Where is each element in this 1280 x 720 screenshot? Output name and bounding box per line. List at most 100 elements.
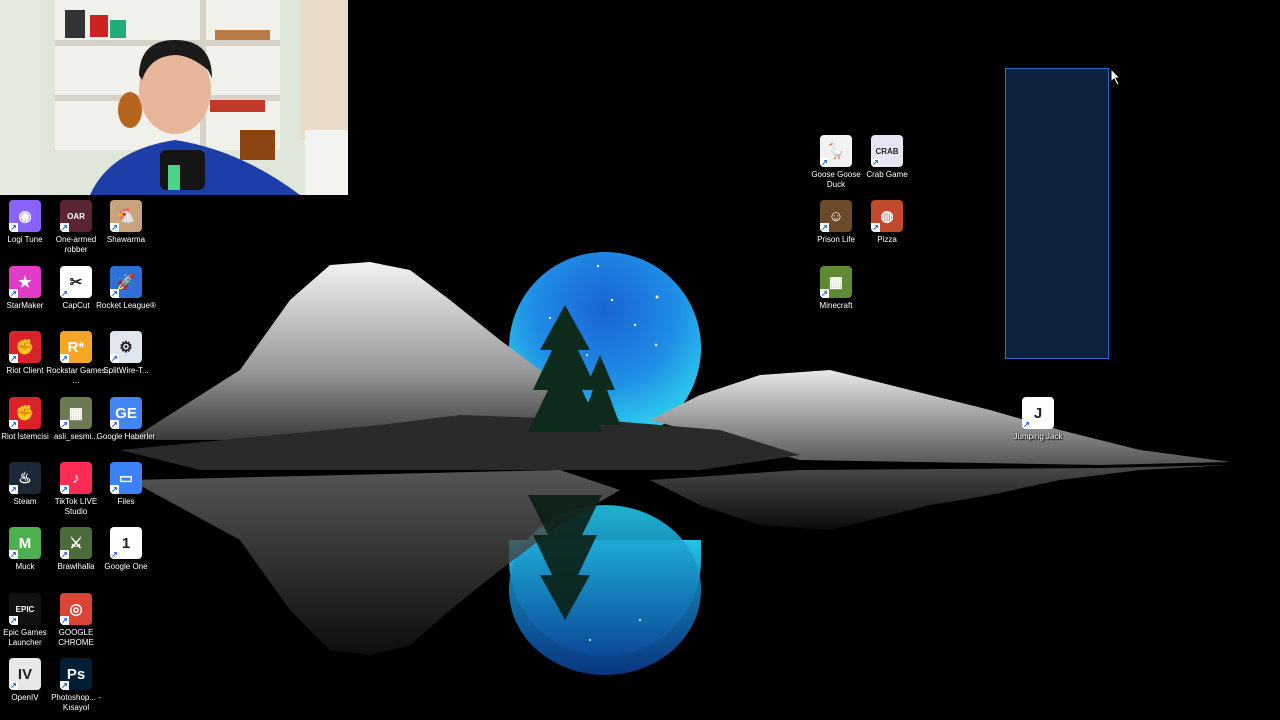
- google-one-icon: 1 ↗: [110, 527, 142, 559]
- desktop-shortcut-one-armed-robber[interactable]: OAR ↗ One-armed robber: [51, 200, 101, 255]
- shortcut-arrow-icon: ↗: [110, 550, 119, 559]
- google-chrome-glyph: ◎: [69, 601, 83, 618]
- shortcut-arrow-icon: ↗: [110, 223, 119, 232]
- shortcut-arrow-icon: ↗: [9, 616, 18, 625]
- desktop-shortcut-riot-client[interactable]: ✊ ↗ Riot Client: [0, 331, 50, 376]
- riot-client-icon: ✊ ↗: [9, 331, 41, 363]
- desktop-shortcut-starmaker[interactable]: ★ ↗ StarMaker: [0, 266, 50, 311]
- desktop-shortcut-shawarma[interactable]: 🐔 ↗ Shawarma: [101, 200, 151, 245]
- desktop-shortcut-rocket-league[interactable]: 🚀 ↗ Rocket League®: [96, 266, 156, 311]
- desktop-shortcut-epic-games[interactable]: EPIC ↗ Epic Games Launcher: [0, 593, 50, 648]
- desktop-shortcut-tiktok-live[interactable]: ♪ ↗ TikTok LIVE Studio: [51, 462, 101, 517]
- shortcut-arrow-icon: ↗: [871, 223, 880, 232]
- shortcut-arrow-icon: ↗: [1022, 420, 1031, 429]
- shortcut-arrow-icon: ↗: [9, 354, 18, 363]
- minecraft-glyph: ▦: [828, 274, 844, 291]
- logi-tune-glyph: ◉: [18, 208, 32, 225]
- shortcut-arrow-icon: ↗: [110, 289, 119, 298]
- crab-game-glyph: CRAB: [875, 146, 899, 156]
- desktop-shortcut-google-haberler[interactable]: GE ↗ Google Haberler: [97, 397, 155, 442]
- splitwire-icon: ⚙ ↗: [110, 331, 142, 363]
- shortcut-arrow-icon: ↗: [9, 681, 18, 690]
- desktop-shortcut-photoshop[interactable]: Ps ↗ Photoshop... - Kısayol: [51, 658, 101, 713]
- desktop-shortcut-logi-tune[interactable]: ◉ ↗ Logi Tune: [0, 200, 50, 245]
- desktop-shortcut-pizza[interactable]: ◍ ↗ Pizza: [862, 200, 912, 245]
- shortcut-arrow-icon: ↗: [9, 420, 18, 429]
- desktop-shortcut-label: GOOGLE CHROME: [58, 628, 94, 647]
- desktop-shortcut-label: Photoshop... - Kısayol: [51, 693, 101, 712]
- drag-selection-rectangle: [1005, 68, 1109, 359]
- desktop-shortcut-rockstar[interactable]: R* ↗ Rockstar Games ...: [46, 331, 106, 386]
- files-icon: ▭ ↗: [110, 462, 142, 494]
- one-armed-robber-glyph: OAR: [67, 211, 85, 221]
- desktop-shortcut-minecraft[interactable]: ▦ ↗ Minecraft: [811, 266, 861, 311]
- crab-game-icon: CRAB ↗: [871, 135, 903, 167]
- desktop-shortcut-label: Rocket League®: [96, 301, 156, 310]
- desktop-shortcut-google-chrome[interactable]: ◎ ↗ GOOGLE CHROME: [51, 593, 101, 648]
- steam-glyph: ♨: [18, 470, 32, 487]
- asli-sesmi-glyph: ▦: [68, 405, 84, 422]
- desktop-shortcut-asli-sesmi[interactable]: ▦ ↗ asli_sesmi...: [51, 397, 101, 442]
- desktop-shortcut-label: Google One: [104, 562, 148, 571]
- desktop-shortcut-label: Jumping Jack: [1013, 432, 1063, 441]
- desktop-shortcut-brawlhalla[interactable]: ⚔ ↗ Brawlhalla: [51, 527, 101, 572]
- starmaker-icon: ★ ↗: [9, 266, 41, 298]
- desktop-shortcut-goose[interactable]: 🪿 ↗ Goose Goose Duck: [811, 135, 861, 190]
- shortcut-arrow-icon: ↗: [110, 354, 119, 363]
- capcut-icon: ✂ ↗: [60, 266, 92, 298]
- google-haberler-glyph: GE: [115, 404, 137, 422]
- shawarma-glyph: 🐔: [116, 208, 136, 225]
- desktop-shortcut-muck[interactable]: M ↗ Muck: [0, 527, 50, 572]
- brawlhalla-glyph: ⚔: [69, 535, 83, 552]
- steam-icon: ♨ ↗: [9, 462, 41, 494]
- desktop-shortcut-label: Minecraft: [819, 301, 853, 310]
- one-armed-robber-icon: OAR ↗: [60, 200, 92, 232]
- desktop-shortcut-crab-game[interactable]: CRAB ↗ Crab Game: [862, 135, 912, 180]
- desktop-shortcut-prison-life[interactable]: ☺ ↗ Prison Life: [811, 200, 861, 245]
- shortcut-arrow-icon: ↗: [820, 158, 829, 167]
- desktop-shortcut-openiv[interactable]: IV ↗ OpenIV: [0, 658, 50, 703]
- mouse-cursor-icon: [1110, 68, 1122, 86]
- rocket-league-icon: 🚀 ↗: [110, 266, 142, 298]
- shortcut-arrow-icon: ↗: [9, 289, 18, 298]
- desktop-shortcut-label: Files: [117, 497, 135, 506]
- riot-istemcisi-glyph: ✊: [15, 405, 35, 422]
- shortcut-arrow-icon: ↗: [9, 485, 18, 494]
- google-news-icon: GE ↗: [110, 397, 142, 429]
- starmaker-glyph: ★: [18, 274, 32, 291]
- shawarma-icon: 🐔 ↗: [110, 200, 142, 232]
- shortcut-arrow-icon: ↗: [60, 223, 69, 232]
- shortcut-arrow-icon: ↗: [110, 420, 119, 429]
- epic-games-glyph: EPIC: [15, 604, 35, 614]
- desktop-shortcut-riot-istemcisi[interactable]: ✊ ↗ Riot İstemcisi: [0, 397, 50, 442]
- minecraft-icon: ▦ ↗: [820, 266, 852, 298]
- rockstar-icon: R* ↗: [60, 331, 92, 363]
- shortcut-arrow-icon: ↗: [60, 420, 69, 429]
- desktop-shortcut-jumping-jack[interactable]: J ↗ Jumping Jack: [1013, 397, 1063, 442]
- desktop-shortcut-steam[interactable]: ♨ ↗ Steam: [0, 462, 50, 507]
- jumping-jack-icon: J ↗: [1022, 397, 1054, 429]
- rocket-league-glyph: 🚀: [116, 274, 136, 291]
- files-glyph: ▭: [118, 470, 134, 487]
- muck-glyph: M: [18, 534, 32, 552]
- desktop-shortcut-splitwire[interactable]: ⚙ ↗ SplitWire-T...: [101, 331, 151, 376]
- shortcut-arrow-icon: ↗: [60, 616, 69, 625]
- rockstar-glyph: R*: [67, 338, 85, 356]
- shortcut-arrow-icon: ↗: [9, 223, 18, 232]
- desktop-shortcut-google-one[interactable]: 1 ↗ Google One: [101, 527, 151, 572]
- shortcut-arrow-icon: ↗: [9, 550, 18, 559]
- desktop-shortcut-label: Pizza: [877, 235, 897, 244]
- goose-glyph: 🪿: [826, 143, 846, 160]
- prison-life-icon: ☺ ↗: [820, 200, 852, 232]
- desktop-shortcut-files[interactable]: ▭ ↗ Files: [101, 462, 151, 507]
- tiktok-live-glyph: ♪: [72, 469, 80, 487]
- photoshop-icon: Ps ↗: [60, 658, 92, 690]
- asli-sesmi-icon: ▦ ↗: [60, 397, 92, 429]
- shortcut-arrow-icon: ↗: [110, 485, 119, 494]
- riot-istemcisi-icon: ✊ ↗: [9, 397, 41, 429]
- tiktok-icon: ♪ ↗: [60, 462, 92, 494]
- photoshop-glyph: Ps: [66, 665, 86, 683]
- shortcut-arrow-icon: ↗: [820, 289, 829, 298]
- desktop-shortcut-capcut[interactable]: ✂ ↗ CapCut: [51, 266, 101, 311]
- shortcut-arrow-icon: ↗: [60, 289, 69, 298]
